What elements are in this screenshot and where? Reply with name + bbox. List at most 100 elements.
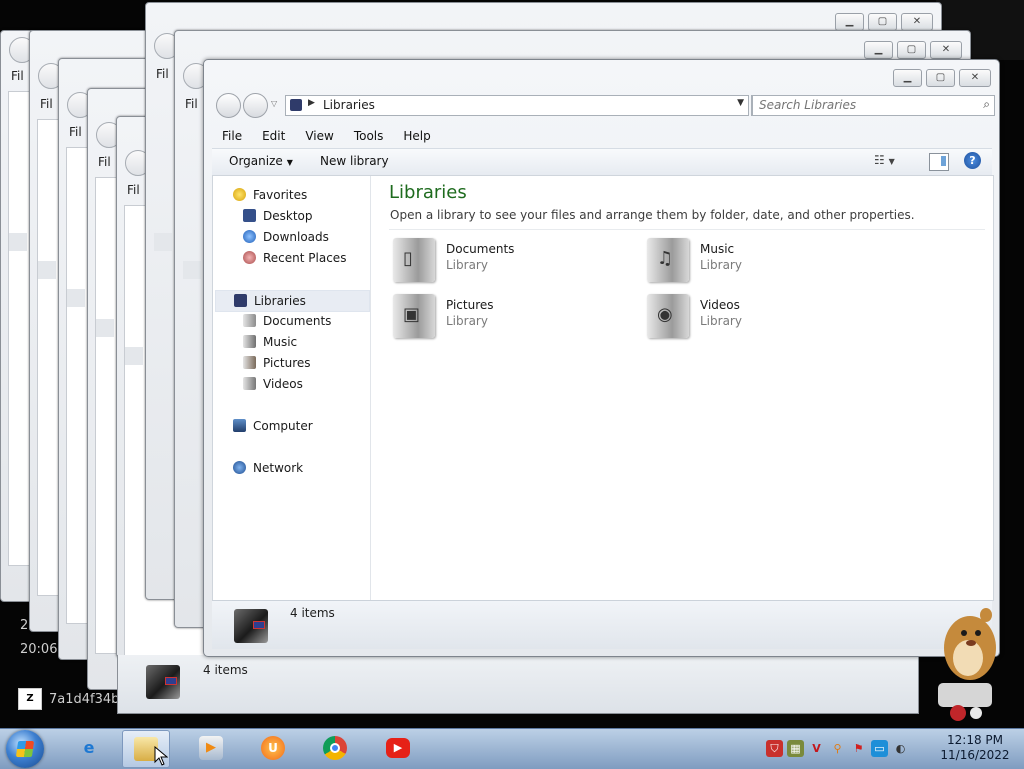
library-name: Pictures <box>446 298 494 312</box>
scroll-stub <box>9 233 27 251</box>
outer-window-details-bar: 4 items <box>117 655 919 714</box>
nav-pictures[interactable]: Pictures <box>243 353 311 373</box>
taskbar-uc-browser[interactable]: U <box>250 730 296 766</box>
library-name: Videos <box>700 298 740 312</box>
nav-desktop[interactable]: Desktop <box>243 206 313 226</box>
shortcut-label[interactable]: 7a1d4f34be <box>49 692 127 707</box>
nav-label: Pictures <box>263 356 311 370</box>
clock-time: 12:18 PM <box>947 733 1003 747</box>
breadcrumb-arrow-icon[interactable]: ▶ <box>308 98 315 108</box>
explorer-window[interactable]: ▁ ▢ ✕ ▽ ▶ Libraries ▼ ⇆ ⌕ File Edit View… <box>203 59 1000 657</box>
scroll-stub <box>67 289 85 307</box>
nav-label: Music <box>263 335 298 349</box>
minimize-button[interactable]: ▁ <box>835 13 864 31</box>
preview-pane-button[interactable] <box>929 153 949 171</box>
scroll-stub <box>154 233 172 251</box>
search-box[interactable]: ⌕ <box>752 95 995 116</box>
menu-bar: File Edit View Tools Help <box>212 126 992 146</box>
maximize-button[interactable]: ▢ <box>926 69 955 87</box>
menu-edit[interactable]: Edit <box>252 126 295 146</box>
explorer-content: Favorites Desktop Downloads Recent Place… <box>212 175 994 601</box>
nav-label: Favorites <box>253 188 308 202</box>
nav-buttons: ▽ <box>216 93 277 118</box>
address-text[interactable]: Libraries <box>323 98 375 112</box>
scroll-stub <box>38 261 56 279</box>
computer-icon <box>233 419 246 432</box>
desktop-icon <box>243 209 256 222</box>
nav-libraries[interactable]: Libraries <box>215 290 370 312</box>
help-button[interactable]: ? <box>964 152 981 169</box>
system-tray: ⛉ ▦ V ⚲ ⚑ ▭ ◐ <box>766 733 909 763</box>
taskbar-media-player[interactable]: ▶ <box>188 730 234 766</box>
videos-icon <box>243 377 256 390</box>
menu-help[interactable]: Help <box>393 126 440 146</box>
flag-icon[interactable]: ⚑ <box>850 740 867 757</box>
taskbar-internet-explorer[interactable]: e <box>66 730 112 766</box>
minimize-button[interactable]: ▁ <box>864 41 893 59</box>
shortcut-icon[interactable]: Z <box>18 688 42 710</box>
maximize-button[interactable]: ▢ <box>897 41 926 59</box>
item-count: 4 items <box>203 663 248 677</box>
display-icon[interactable]: ▭ <box>871 740 888 757</box>
recent-pages-arrow-icon[interactable]: ▽ <box>271 99 277 108</box>
taskbar-youtube[interactable]: ▶ <box>375 730 421 766</box>
menu-file[interactable]: File <box>212 126 252 146</box>
nav-downloads[interactable]: Downloads <box>243 227 329 247</box>
search-icon[interactable]: ⌕ <box>983 97 990 112</box>
maximize-button[interactable]: ▢ <box>868 13 897 31</box>
menu-stub: Fil <box>127 183 140 197</box>
libraries-icon <box>234 294 247 307</box>
close-button[interactable]: ✕ <box>930 41 962 59</box>
menu-tools[interactable]: Tools <box>344 126 394 146</box>
libraries-cube-icon <box>234 609 268 643</box>
nav-favorites[interactable]: Favorites <box>233 185 307 205</box>
volume-icon[interactable]: ◐ <box>892 740 909 757</box>
change-view-button[interactable]: ☷ ▼ <box>874 153 910 171</box>
taskbar-chrome[interactable] <box>312 730 358 766</box>
menu-view[interactable]: View <box>295 126 343 146</box>
back-button[interactable] <box>216 93 241 118</box>
search-tool-icon[interactable]: ⚲ <box>829 740 846 757</box>
organize-button[interactable]: Organize ▼ <box>229 154 293 168</box>
nav-computer[interactable]: Computer <box>233 416 313 436</box>
library-tile-videos[interactable]: ◉ Videos Library <box>647 294 867 340</box>
clock-date: 11/16/2022 <box>940 748 1010 762</box>
close-button[interactable]: ✕ <box>901 13 933 31</box>
nav-label: Libraries <box>254 294 306 308</box>
close-button[interactable]: ✕ <box>959 69 991 87</box>
new-library-button[interactable]: New library <box>320 154 389 168</box>
nav-music[interactable]: Music <box>243 332 297 352</box>
search-input[interactable] <box>759 97 969 113</box>
tray-app-icon[interactable]: ▦ <box>787 740 804 757</box>
item-count: 4 items <box>290 606 335 620</box>
nav-videos[interactable]: Videos <box>243 374 303 394</box>
forward-button[interactable] <box>243 93 268 118</box>
details-pane: 4 items <box>212 600 992 649</box>
pictures-library-icon: ▣ <box>393 294 435 338</box>
v-icon[interactable]: V <box>808 740 825 757</box>
taskbar-clock[interactable]: 12:18 PM 11/16/2022 <box>936 733 1014 765</box>
internet-explorer-icon: e <box>83 738 95 757</box>
menu-stub: Fil <box>98 155 111 169</box>
menu-stub: Fil <box>11 69 24 83</box>
library-kind: Library <box>700 314 742 328</box>
address-bar[interactable]: ▶ Libraries ▼ <box>285 95 749 116</box>
shield-icon[interactable]: ⛉ <box>766 740 783 757</box>
nav-label: Videos <box>263 377 303 391</box>
star-icon <box>233 188 246 201</box>
library-tile-music[interactable]: ♫ Music Library <box>647 238 867 284</box>
start-button[interactable] <box>6 730 44 768</box>
menu-stub: Fil <box>40 97 53 111</box>
nav-documents[interactable]: Documents <box>243 311 331 331</box>
chevron-down-icon: ▼ <box>286 158 293 167</box>
nav-network[interactable]: Network <box>233 458 303 478</box>
minimize-button[interactable]: ▁ <box>893 69 922 87</box>
library-tile-pictures[interactable]: ▣ Pictures Library <box>393 294 613 340</box>
menu-stub: Fil <box>69 125 82 139</box>
view-icon: ☷ <box>874 153 885 167</box>
library-tile-documents[interactable]: ▯ Documents Library <box>393 238 613 284</box>
address-dropdown-icon[interactable]: ▼ <box>737 98 744 108</box>
hamster-gadget-icon[interactable] <box>928 603 1000 728</box>
documents-icon <box>243 314 256 327</box>
nav-recent-places[interactable]: Recent Places <box>243 248 346 268</box>
